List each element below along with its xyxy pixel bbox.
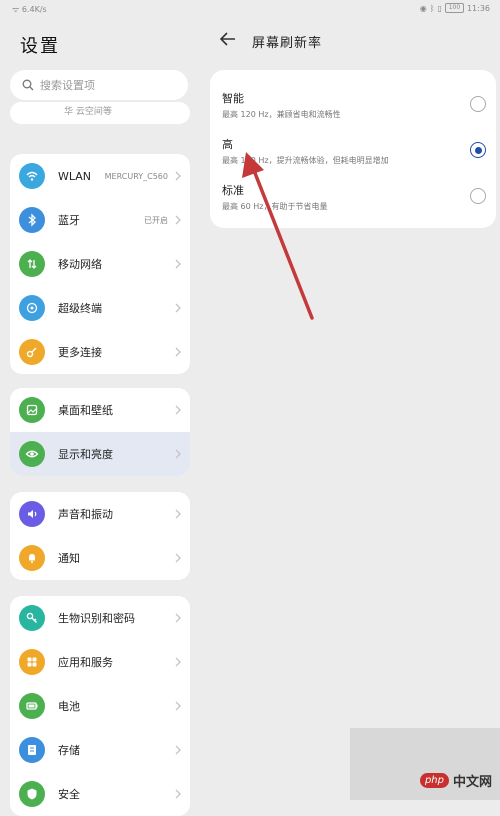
settings-item[interactable]: 生物识别和密码 (10, 596, 190, 640)
radio-high[interactable] (470, 142, 486, 158)
settings-item[interactable]: 更多连接 (10, 330, 190, 374)
settings-group: 声音和振动 通知 (10, 492, 190, 580)
sound-icon (19, 501, 45, 527)
settings-item-label: 蓝牙 (58, 214, 80, 227)
settings-item[interactable]: 电池 (10, 684, 190, 728)
settings-item[interactable]: 安全 (10, 772, 190, 816)
php-logo: php (419, 773, 449, 788)
key-icon (19, 605, 45, 631)
settings-item-label: WLAN (58, 169, 92, 183)
option-description: 最高 60 Hz，有助于节省电量 (222, 202, 328, 211)
battery-indicator: 100 (444, 3, 464, 13)
battery-icon (19, 693, 45, 719)
chevron-right-icon (175, 509, 181, 519)
option-description: 最高 120 Hz，提升流畅体验，但耗电明显增加 (222, 156, 389, 165)
option-title: 高 (222, 138, 233, 151)
back-arrow-icon[interactable] (220, 32, 236, 46)
option-high[interactable]: 高 最高 120 Hz，提升流畅体验，但耗电明显增加 (210, 128, 496, 174)
apps-icon (19, 649, 45, 675)
refresh-rate-pane: 屏幕刷新率 智能 最高 120 Hz，兼顾省电和流畅性 高 最高 120 Hz，… (200, 18, 500, 800)
watermark-text: 中文网 (452, 775, 492, 790)
bell-icon (19, 545, 45, 571)
chevron-right-icon (175, 745, 181, 755)
settings-item[interactable]: WLAN MERCURY_C560 (10, 154, 190, 198)
option-title: 标准 (222, 184, 244, 197)
chevron-right-icon (175, 259, 181, 269)
wifi-icon (19, 163, 45, 189)
shield-icon (19, 781, 45, 807)
settings-item-value: 已开启 (144, 215, 168, 225)
page-title-refresh-rate: 屏幕刷新率 (252, 36, 323, 51)
settings-item[interactable]: 显示和亮度 (10, 432, 190, 476)
account-summary: 华 云空间等 (64, 107, 112, 117)
settings-item-label: 桌面和壁纸 (58, 404, 113, 417)
settings-item-label: 通知 (58, 552, 80, 565)
settings-item[interactable]: 存储 (10, 728, 190, 772)
option-description: 最高 120 Hz，兼顾省电和流畅性 (222, 110, 341, 119)
chevron-right-icon (175, 405, 181, 415)
status-right: ◉ ᛒ ▯ 100 11:36 (420, 3, 490, 13)
settings-item-label: 电池 (58, 700, 80, 713)
status-bar: ᯤ 6.4K/s ◉ ᛒ ▯ 100 11:36 (0, 0, 500, 18)
wallpaper-icon (19, 397, 45, 423)
chevron-right-icon (175, 789, 181, 799)
settings-item-value: MERCURY_C560 (104, 171, 168, 181)
settings-item[interactable]: 应用和服务 (10, 640, 190, 684)
storage-icon (19, 737, 45, 763)
search-icon (22, 79, 34, 91)
chevron-right-icon (175, 303, 181, 313)
settings-item[interactable]: 蓝牙 已开启 (10, 198, 190, 242)
option-standard[interactable]: 标准 最高 60 Hz，有助于节省电量 (210, 174, 496, 220)
refresh-rate-options: 智能 最高 120 Hz，兼顾省电和流畅性 高 最高 120 Hz，提升流畅体验… (210, 70, 496, 228)
bluetooth-status-icon: ᛒ (429, 3, 435, 13)
chevron-right-icon (175, 657, 181, 667)
account-card[interactable]: 华 云空间等 (10, 102, 190, 124)
settings-item-label: 生物识别和密码 (58, 612, 135, 625)
chevron-right-icon (175, 347, 181, 357)
settings-group: 桌面和壁纸显示和亮度 (10, 388, 190, 476)
vibrate-icon: ▯ (437, 3, 442, 13)
settings-item-label: 移动网络 (58, 258, 102, 271)
chevron-right-icon (175, 171, 181, 181)
settings-item-label: 更多连接 (58, 346, 102, 359)
settings-item[interactable]: 声音和振动 (10, 492, 190, 536)
clock: 11:36 (466, 3, 490, 13)
bluetooth-icon (19, 207, 45, 233)
settings-item-label: 应用和服务 (58, 656, 113, 669)
link-icon (19, 339, 45, 365)
settings-group: 生物识别和密码 应用和服务电池存储安全 (10, 596, 190, 816)
settings-list-pane: 设置 搜索设置项 华 云空间等 WLAN MERCURY_C560 蓝牙 已开启移动网… (0, 18, 200, 816)
settings-item[interactable]: 桌面和壁纸 (10, 388, 190, 432)
network-status: ᯤ 6.4K/s (12, 5, 47, 14)
eye-icon (19, 441, 45, 467)
page-title: 设置 (20, 36, 60, 57)
super-device-icon (19, 295, 45, 321)
search-placeholder: 搜索设置项 (40, 79, 95, 92)
chevron-right-icon (175, 553, 181, 563)
settings-item[interactable]: 通知 (10, 536, 190, 580)
chevron-right-icon (175, 449, 181, 459)
option-title: 智能 (222, 92, 244, 105)
signal-icon (19, 251, 45, 277)
search-input[interactable]: 搜索设置项 (10, 70, 188, 100)
chevron-right-icon (175, 613, 181, 623)
settings-item-label: 存储 (58, 744, 80, 757)
settings-item-label: 超级终端 (58, 302, 102, 315)
watermark: php 中文网 (350, 728, 500, 800)
option-smart[interactable]: 智能 最高 120 Hz，兼顾省电和流畅性 (210, 82, 496, 128)
chevron-right-icon (175, 701, 181, 711)
settings-item[interactable]: 超级终端 (10, 286, 190, 330)
radio-standard[interactable] (470, 188, 486, 204)
eye-comfort-icon: ◉ (419, 3, 427, 13)
settings-item[interactable]: 移动网络 (10, 242, 190, 286)
chevron-right-icon (175, 215, 181, 225)
radio-smart[interactable] (470, 96, 486, 112)
settings-group: WLAN MERCURY_C560 蓝牙 已开启移动网络超级终端更多连接 (10, 154, 190, 374)
settings-item-label: 声音和振动 (58, 508, 113, 521)
settings-item-label: 显示和亮度 (58, 448, 113, 461)
